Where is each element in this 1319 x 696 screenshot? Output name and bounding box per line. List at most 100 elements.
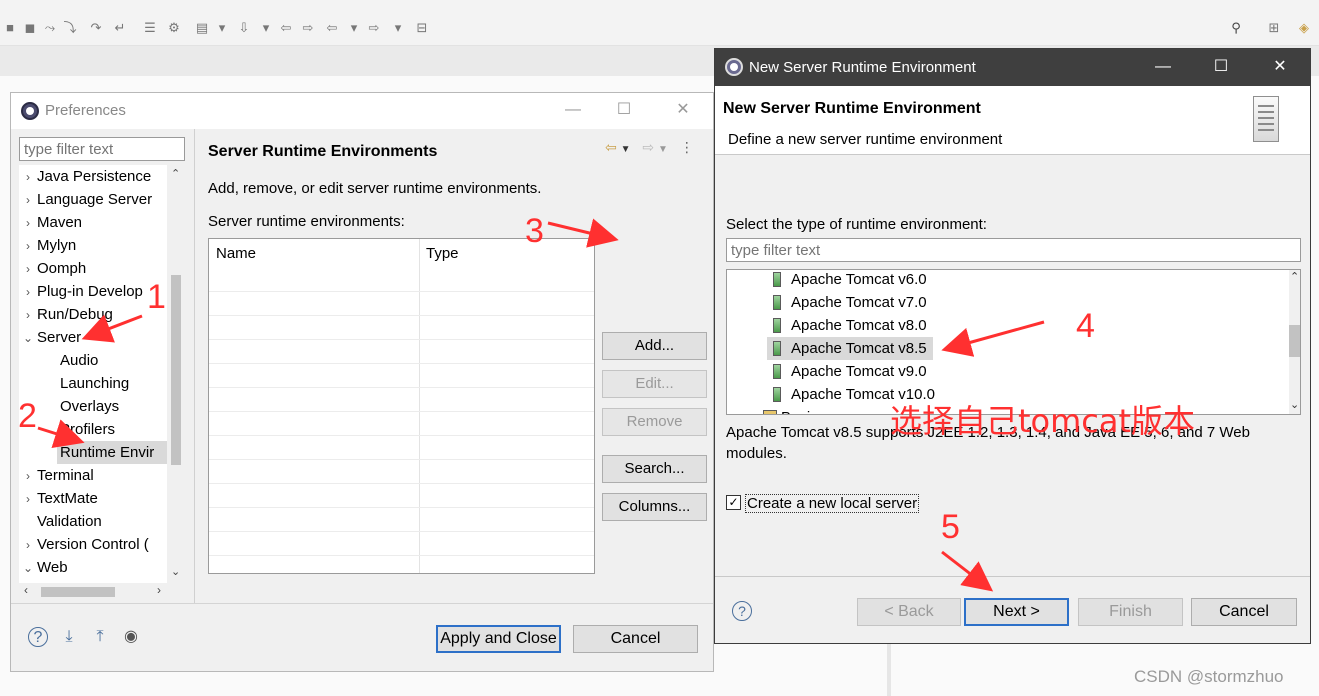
stop-icon[interactable]: ■ (2, 20, 18, 36)
minimize-button[interactable]: — (562, 99, 584, 121)
create-server-label[interactable]: Create a new local server (745, 494, 920, 513)
table-row[interactable] (209, 315, 594, 316)
apply-and-close-button[interactable]: Apply and Close (436, 625, 561, 653)
tree-item[interactable]: Profilers (19, 418, 169, 441)
last-edit-icon[interactable]: ⇦ (278, 20, 294, 36)
chevron-right-icon[interactable]: › (19, 465, 37, 487)
forward-icon[interactable]: ⇨ (642, 139, 654, 155)
table-row[interactable] (209, 435, 594, 436)
dropdown-icon[interactable]: ▾ (258, 20, 274, 36)
back-button[interactable]: < Back (857, 598, 961, 626)
tree-item[interactable]: ⌄ Server (19, 326, 169, 349)
maximize-button[interactable]: ☐ (613, 99, 635, 121)
tree-vertical-scrollbar[interactable]: ⌃ ⌄ (167, 165, 185, 583)
chevron-right-icon[interactable]: › (19, 189, 37, 211)
tree-item[interactable]: Overlays (19, 395, 169, 418)
chevron-right-icon[interactable]: › (19, 258, 37, 280)
help-icon[interactable]: ? (28, 627, 48, 647)
tree-item[interactable]: › Terminal (19, 464, 169, 487)
column-header-type[interactable]: Type (419, 239, 459, 269)
scroll-right-icon[interactable]: › (157, 583, 161, 597)
add-button[interactable]: Add... (602, 332, 707, 360)
help-icon[interactable]: ? (732, 601, 752, 621)
tree-item[interactable]: › TextMate (19, 487, 169, 510)
disconnect-icon[interactable]: ◼ (22, 20, 38, 36)
scroll-left-icon[interactable]: ‹ (24, 583, 28, 597)
runtime-list-item[interactable]: Basic (757, 406, 818, 414)
forward-icon[interactable]: ⇨ (366, 20, 382, 36)
tree-hscroll-thumb[interactable] (41, 587, 115, 597)
dropdown-icon[interactable]: ▾ (390, 20, 406, 36)
wizard-cancel-button[interactable]: Cancel (1191, 598, 1297, 626)
back-icon[interactable]: ⇦ (605, 139, 617, 155)
forward-edit-icon[interactable]: ⇨ (300, 20, 316, 36)
tree-item[interactable]: › Maven (19, 211, 169, 234)
table-row[interactable] (209, 507, 594, 508)
back-menu-icon[interactable]: ▼ (621, 144, 631, 155)
oomph-record-icon[interactable]: ◉ (121, 627, 141, 647)
table-row[interactable] (209, 411, 594, 412)
remove-button[interactable]: Remove (602, 408, 707, 436)
runtime-filter-input[interactable] (726, 238, 1301, 262)
tree-item[interactable]: › Version Control ( (19, 533, 169, 556)
scroll-up-icon[interactable]: ⌃ (1290, 270, 1299, 283)
skip-breakpoints-icon[interactable]: ⤳ (42, 20, 58, 36)
open-perspective-icon[interactable]: ⊞ (1266, 20, 1282, 36)
chevron-right-icon[interactable]: › (19, 488, 37, 510)
export-icon[interactable]: ⤒ (90, 627, 110, 647)
maximize-button[interactable]: ☐ (1210, 56, 1232, 78)
tree-item[interactable]: › Java Persistence (19, 165, 169, 188)
runtime-list-item[interactable]: Apache Tomcat v6.0 (767, 270, 927, 291)
forward-menu-icon[interactable]: ▼ (658, 144, 668, 155)
new-file-icon[interactable]: ▤ (194, 20, 210, 36)
table-row[interactable] (209, 531, 594, 532)
table-row[interactable] (209, 459, 594, 460)
runtime-list-item[interactable]: Apache Tomcat v8.5 (767, 337, 933, 360)
scroll-down-icon[interactable]: ⌄ (171, 565, 180, 578)
preferences-cancel-button[interactable]: Cancel (573, 625, 698, 653)
pin-editor-icon[interactable]: ⊟ (414, 20, 430, 36)
chevron-down-icon[interactable]: ⌄ (19, 327, 37, 349)
import-icon[interactable]: ⤓ (59, 627, 79, 647)
chevron-right-icon[interactable]: › (19, 281, 37, 303)
close-button[interactable]: ✕ (672, 99, 694, 121)
tree-item[interactable]: › Mylyn (19, 234, 169, 257)
search-button[interactable]: Search... (602, 455, 707, 483)
minimize-button[interactable]: — (1152, 56, 1174, 78)
chevron-right-icon[interactable]: › (19, 212, 37, 234)
table-row[interactable] (209, 339, 594, 340)
tree-item[interactable]: Validation (19, 510, 169, 533)
back-icon[interactable]: ⇦ (324, 20, 340, 36)
chevron-right-icon[interactable]: › (19, 235, 37, 257)
tree-horizontal-scrollbar[interactable]: ‹ › (19, 583, 185, 601)
tree-item[interactable]: Audio (19, 349, 169, 372)
step-into-icon[interactable]: ⤵ (62, 20, 78, 36)
java-ee-perspective-icon[interactable]: ◈ (1296, 20, 1312, 36)
close-button[interactable]: ✕ (1269, 56, 1291, 78)
scroll-down-icon[interactable]: ⌄ (1290, 398, 1299, 411)
create-server-checkbox[interactable]: ✓ (726, 495, 741, 510)
next-button[interactable]: Next > (964, 598, 1069, 626)
runtime-type-tree[interactable]: Apache Tomcat v6.0 Apache Tomcat v7.0 Apac… (726, 269, 1301, 415)
step-return-icon[interactable]: ↵ (112, 20, 128, 36)
chevron-right-icon[interactable]: › (19, 166, 37, 188)
step-over-icon[interactable]: ↷ (88, 20, 104, 36)
chevron-right-icon[interactable]: › (19, 304, 37, 326)
chevron-right-icon[interactable]: › (19, 534, 37, 556)
preferences-tree[interactable]: › Java Persistence › Language Server › Maven ›… (19, 165, 185, 583)
column-header-name[interactable]: Name (209, 239, 256, 269)
tree-item[interactable]: ⌄ Web (19, 556, 169, 579)
table-row[interactable] (209, 483, 594, 484)
tree-item[interactable]: Launching (19, 372, 169, 395)
tree-item[interactable]: Runtime Envir (57, 441, 185, 464)
table-row[interactable] (209, 363, 594, 364)
runtime-list-item[interactable]: Apache Tomcat v8.0 (767, 314, 927, 337)
dropdown-icon[interactable]: ▾ (346, 20, 362, 36)
table-row[interactable] (209, 555, 594, 556)
runtime-table[interactable]: Name Type (208, 238, 595, 574)
chevron-down-icon[interactable]: ⌄ (19, 557, 37, 579)
next-annotation-icon[interactable]: ⇩ (236, 20, 252, 36)
view-menu-icon[interactable]: ⋮ (680, 139, 694, 155)
dropdown-icon[interactable]: ▾ (214, 20, 230, 36)
runtime-list-item[interactable]: Apache Tomcat v9.0 (767, 360, 927, 383)
